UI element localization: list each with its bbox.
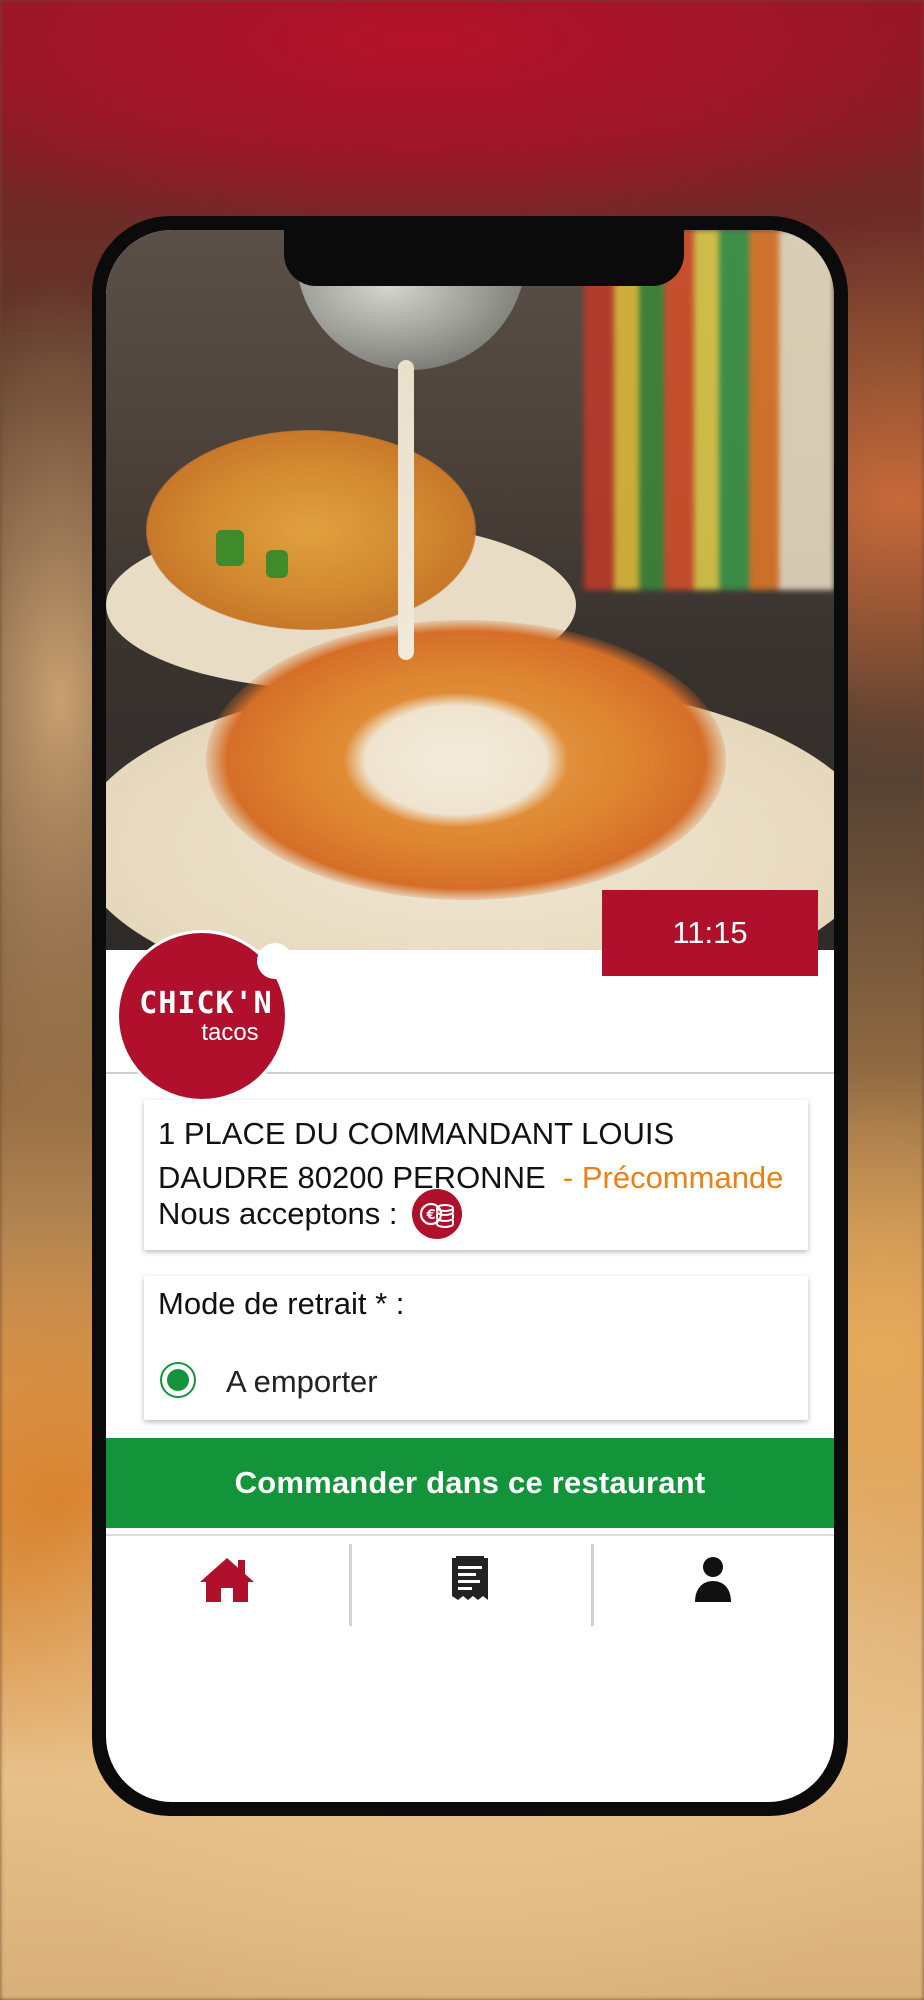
payment-label: Nous acceptons :	[158, 1196, 398, 1231]
logo-text-top: CHICK'N	[139, 985, 273, 1021]
bottom-tab-bar	[106, 1536, 834, 1626]
takeaway-option-label[interactable]: A emporter	[226, 1364, 378, 1400]
phone-notch	[284, 230, 684, 286]
pickup-mode-label: Mode de retrait * :	[158, 1286, 405, 1321]
svg-text:€: €	[425, 1208, 435, 1223]
phone-frame: 11:15 CHICK'N tacos 1 PLACE DU COMMANDAN…	[92, 216, 848, 1816]
tab-home[interactable]	[106, 1536, 349, 1626]
address-card: 1 PLACE DU COMMANDANT LOUIS DAUDRE 80200…	[144, 1100, 808, 1250]
hero-food-image	[106, 230, 834, 950]
order-here-label: Commander dans ce restaurant	[234, 1465, 706, 1500]
order-here-button[interactable]: Commander dans ce restaurant	[106, 1438, 834, 1528]
user-icon	[693, 1554, 733, 1609]
home-icon	[198, 1554, 256, 1609]
tab-orders[interactable]	[348, 1536, 592, 1626]
cash-coins-icon: €	[411, 1189, 462, 1239]
order-status: - Précommande	[562, 1160, 784, 1195]
pickup-mode-card: Mode de retrait * : A emporter	[144, 1276, 808, 1420]
tab-account[interactable]	[591, 1536, 834, 1626]
receipt-icon	[450, 1554, 490, 1609]
logo-text-bottom: tacos	[201, 1018, 259, 1046]
time-badge: 11:15	[602, 890, 818, 976]
restaurant-logo: CHICK'N tacos	[116, 930, 293, 1102]
time-text: 11:15	[672, 915, 748, 950]
address-text: 1 PLACE DU COMMANDANT LOUIS DAUDRE 80200…	[158, 1112, 794, 1200]
payment-row: Nous acceptons : €	[158, 1188, 462, 1240]
takeaway-radio[interactable]	[160, 1362, 196, 1398]
app-screen: 11:15 CHICK'N tacos 1 PLACE DU COMMANDAN…	[106, 230, 834, 1802]
